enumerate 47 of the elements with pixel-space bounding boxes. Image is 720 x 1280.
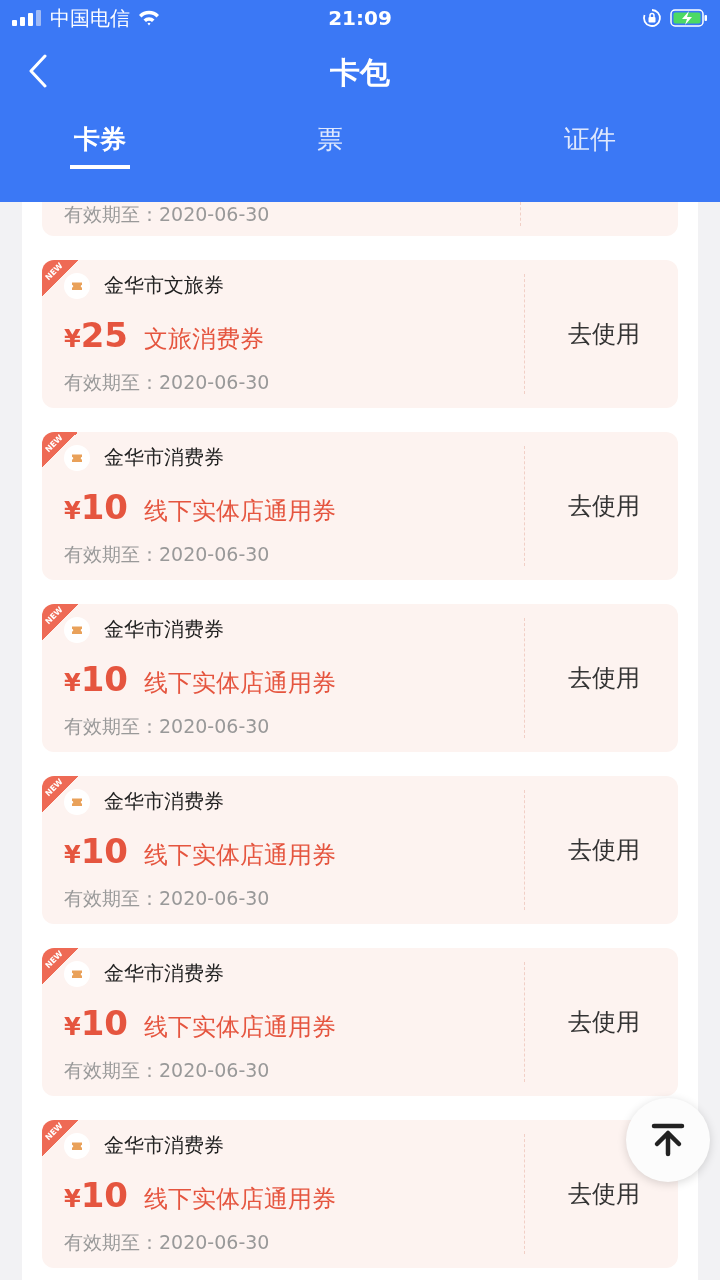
coupon-amount: ¥10 [64, 830, 129, 871]
battery-charging-icon [670, 8, 708, 28]
coupon-issuer: 金华市消费券 [104, 444, 224, 471]
ticket-icon [64, 616, 90, 643]
use-button[interactable]: 去使用 [567, 662, 640, 694]
clock-time: 21:09 [328, 6, 392, 30]
wifi-icon [138, 10, 160, 26]
use-button[interactable]: 去使用 [567, 318, 640, 350]
coupon-issuer: 金华市文旅券 [104, 272, 224, 299]
ticket-icon [64, 788, 90, 815]
page-title: 卡包 [330, 53, 390, 92]
arrow-up-icon [650, 1122, 686, 1158]
coupon-name: 文旅消费券 [144, 323, 265, 355]
rotation-lock-icon [642, 8, 662, 28]
expiry-date: 有效期至：2020-06-30 [64, 1230, 271, 1255]
expiry-date: 有效期至：2020-06-30 [64, 714, 271, 739]
coupon-amount: ¥10 [64, 658, 129, 699]
use-button[interactable]: 去使用 [567, 1178, 640, 1210]
use-button[interactable]: 去使用 [567, 834, 640, 866]
coupon-amount: ¥10 [64, 486, 129, 527]
expiry-date: 有效期至：2020-06-30 [64, 1058, 271, 1083]
coupon-amount: ¥25 [64, 314, 129, 355]
ticket-icon [64, 272, 90, 299]
ticket-icon [64, 960, 90, 987]
back-button[interactable] [28, 54, 48, 88]
coupon-amount: ¥10 [64, 1002, 129, 1043]
use-button[interactable]: 去使用 [567, 1006, 640, 1038]
use-button[interactable]: 去使用 [567, 490, 640, 522]
coupon-amount: ¥10 [64, 1174, 129, 1215]
expiry-date: 有效期至：2020-06-30 [64, 886, 271, 911]
signal-icon [12, 10, 42, 26]
coupon-name: 线下实体店通用券 [144, 495, 337, 527]
coupon-issuer: 金华市消费券 [104, 616, 224, 643]
coupon-name: 线下实体店通用券 [144, 1183, 337, 1215]
coupon-issuer: 金华市消费券 [104, 788, 224, 815]
coupon-name: 线下实体店通用券 [144, 839, 337, 871]
ticket-icon [64, 1132, 90, 1159]
expiry-date: 有效期至：2020-06-30 [64, 202, 271, 227]
coupon-name: 线下实体店通用券 [144, 1011, 337, 1043]
expiry-date: 有效期至：2020-06-30 [64, 542, 271, 567]
coupon-issuer: 金华市消费券 [104, 1132, 224, 1159]
ticket-icon [64, 444, 90, 471]
expiry-date: 有效期至：2020-06-30 [64, 370, 271, 395]
carrier-name: 中国电信 [50, 4, 130, 32]
coupon-name: 线下实体店通用券 [144, 667, 337, 699]
coupon-issuer: 金华市消费券 [104, 960, 224, 987]
tab[interactable]: 卡券 [70, 110, 130, 169]
